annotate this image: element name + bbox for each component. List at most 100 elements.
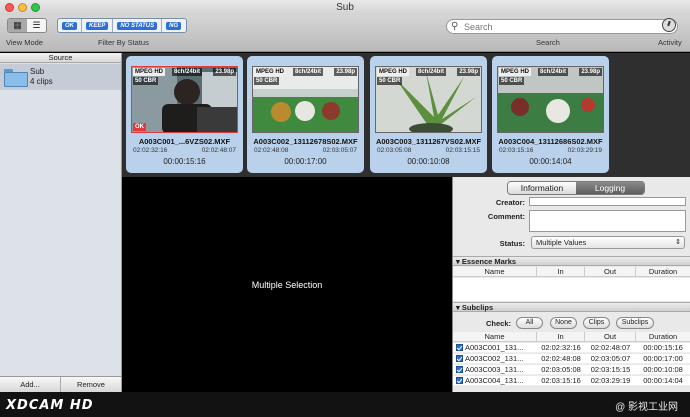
codec-badge: MPEG HD: [133, 68, 166, 76]
column-header[interactable]: Out: [585, 332, 636, 341]
subclip-in: 02:02:48:08: [541, 354, 581, 363]
clip-thumbnail: MPEG HD 8ch/24bit 23.98p 50 CBR: [497, 66, 604, 133]
watermark: @ 影视工业网: [615, 402, 678, 413]
column-header[interactable]: Duration: [636, 332, 690, 341]
window-title: Sub: [336, 2, 354, 13]
tab-information[interactable]: Information: [508, 182, 576, 194]
source-item-sub[interactable]: Sub 4 clips: [0, 64, 121, 90]
filter-ng-button[interactable]: NG: [162, 19, 185, 32]
checkbox-checked-icon[interactable]: [456, 355, 463, 362]
status-filter-control[interactable]: OK KEEP NO STATUS NG: [57, 18, 187, 33]
subclip-out: 02:03:29:19: [590, 376, 631, 385]
view-mode-control[interactable]: ▦ ☰: [7, 18, 47, 33]
clip-name: A003C002_13112678S02.MXF: [253, 137, 358, 146]
codec-badge: MPEG HD: [254, 68, 287, 76]
subclip-name: A003C004_131...: [465, 376, 524, 385]
clip-name: A003C004_13112686S02.MXF: [498, 137, 603, 146]
zoom-window-icon[interactable]: [31, 3, 40, 12]
clip-card[interactable]: MPEG HD 8ch/24bit 23.98p 50 CBR A003C003…: [370, 56, 487, 173]
essence-marks-header[interactable]: ▾ Essence Marks: [453, 256, 690, 266]
clip-tc-in: 02:03:15:16: [499, 147, 534, 154]
toolbar: ▦ ☰ View Mode OK KEEP NO STATUS NG Filte…: [0, 15, 690, 52]
check-clips-button[interactable]: Clips: [583, 317, 610, 329]
clip-tc-in: 02:02:48:08: [254, 147, 289, 154]
subclip-row[interactable]: A003C001_131... 02:02:32:16 02:02:48:07 …: [453, 343, 690, 353]
panel-tabs: Information Logging: [507, 181, 645, 195]
fps-badge: 23.98p: [579, 68, 602, 76]
subclip-duration: 00:00:17:00: [643, 354, 683, 363]
grid-view-icon[interactable]: ▦: [8, 19, 27, 32]
subclip-row[interactable]: A003C003_131... 02:03:05:08 02:03:15:15 …: [453, 365, 690, 375]
clip-tc-out: 02:03:05:07: [322, 147, 357, 154]
source-item-count: 4 clips: [30, 77, 53, 86]
clip-card[interactable]: MPEG HD 8ch/24bit 23.98p 50 CBR A003C002…: [247, 56, 364, 173]
add-source-button[interactable]: Add...: [0, 377, 61, 392]
check-none-button[interactable]: None: [550, 317, 577, 329]
status-label: Status:: [499, 239, 525, 248]
activity-icon[interactable]: [662, 18, 676, 32]
subclip-in: 02:02:32:16: [541, 343, 581, 352]
essence-marks-title: Essence Marks: [461, 257, 517, 266]
subclip-name: A003C001_131...: [465, 343, 524, 352]
subclip-out: 02:03:05:07: [590, 354, 631, 363]
subclip-name: A003C003_131...: [465, 365, 524, 374]
checkbox-checked-icon[interactable]: [456, 377, 463, 384]
comment-field[interactable]: [529, 210, 686, 232]
filter-keep-button[interactable]: KEEP: [82, 19, 114, 32]
select-arrows-icon: ⇕: [675, 239, 681, 246]
source-sidebar: Source Sub 4 clips Add... Remove: [0, 53, 122, 392]
fps-badge: 23.98p: [457, 68, 480, 76]
clip-card[interactable]: MPEG HD 8ch/24bit 23.98p 50 CBR A003C004…: [492, 56, 609, 173]
filter-keep-label: KEEP: [86, 21, 109, 30]
clip-tc-out: 02:03:29:19: [567, 147, 602, 154]
subclip-out: 02:03:15:15: [590, 365, 631, 374]
check-all-button[interactable]: All: [516, 317, 543, 329]
source-header: Source: [0, 53, 121, 63]
creator-field[interactable]: [529, 197, 686, 206]
xdcam-hd-logo: XDCAM HD: [6, 398, 94, 413]
preview-viewer: Multiple Selection: [122, 177, 452, 392]
column-header[interactable]: Name: [453, 332, 537, 341]
filter-no-status-label: NO STATUS: [117, 21, 158, 30]
filter-no-status-button[interactable]: NO STATUS: [113, 19, 163, 32]
subclip-duration: 00:00:10:08: [643, 365, 683, 374]
column-header[interactable]: Duration: [636, 267, 690, 276]
subclip-in: 02:03:15:16: [541, 376, 581, 385]
clip-tc-in: 02:02:32:16: [133, 147, 168, 154]
column-header[interactable]: Name: [453, 267, 537, 276]
status-select[interactable]: Multiple Values ⇕: [531, 236, 685, 249]
bitrate-badge: 50 CBR: [377, 77, 403, 85]
subclip-duration: 00:00:14:04: [643, 376, 683, 385]
source-item-name: Sub: [30, 67, 45, 76]
subclip-row[interactable]: A003C002_131... 02:02:48:08 02:03:05:07 …: [453, 354, 690, 364]
clip-name: A003C001_...6VZS02.MXF: [138, 137, 231, 146]
viewer-message: Multiple Selection: [251, 279, 323, 290]
clip-tc-out: 02:03:15:15: [445, 147, 480, 154]
search-label: Search: [536, 38, 560, 47]
clip-thumbnail: MPEG HD 8ch/24bit 23.98p 50 CBR: [252, 66, 359, 133]
column-header[interactable]: Out: [585, 267, 636, 276]
audio-badge: 8ch/24bit: [416, 68, 447, 76]
fps-badge: 23.98p: [334, 68, 357, 76]
search-field[interactable]: ⚲: [446, 19, 678, 34]
folder-icon: [4, 69, 28, 87]
clip-card[interactable]: MPEG HD 8ch/24bit 23.98p 50 CBR OK A003C…: [126, 56, 243, 173]
checkbox-checked-icon[interactable]: [456, 366, 463, 373]
subclips-header[interactable]: ▾ Subclips: [453, 302, 690, 312]
audio-badge: 8ch/24bit: [538, 68, 569, 76]
remove-source-button[interactable]: Remove: [61, 377, 121, 392]
minimize-window-icon[interactable]: [18, 3, 27, 12]
bottom-bar: XDCAM HD @ 影视工业网: [0, 392, 690, 417]
tab-logging[interactable]: Logging: [576, 182, 644, 194]
checkbox-checked-icon[interactable]: [456, 344, 463, 351]
search-input[interactable]: [464, 21, 664, 32]
subclip-row[interactable]: A003C004_131... 02:03:15:16 02:03:29:19 …: [453, 376, 690, 386]
column-header[interactable]: In: [537, 332, 585, 341]
check-subclips-button[interactable]: Subclips: [616, 317, 654, 329]
list-view-icon[interactable]: ☰: [27, 19, 46, 32]
activity-label: Activity: [658, 38, 682, 47]
column-header[interactable]: In: [537, 267, 585, 276]
filter-ok-button[interactable]: OK: [58, 19, 82, 32]
clip-tc-in: 02:03:05:08: [377, 147, 412, 154]
close-window-icon[interactable]: [5, 3, 14, 12]
